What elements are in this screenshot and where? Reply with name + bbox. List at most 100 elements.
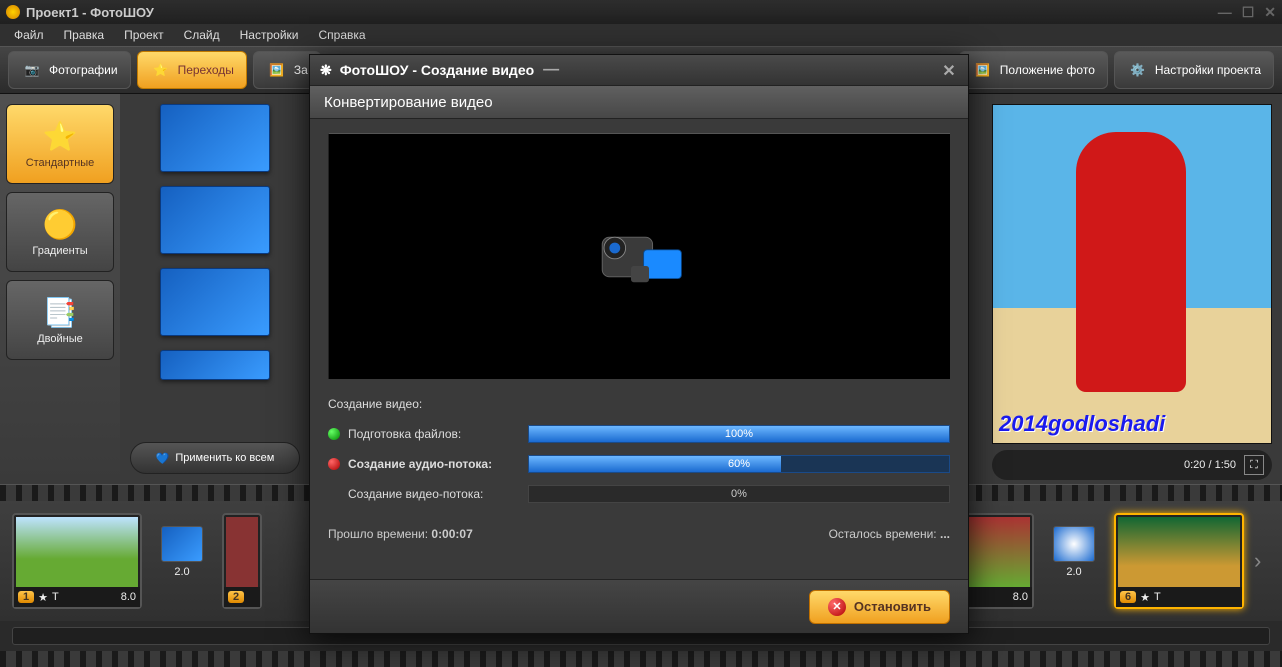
star-small-icon[interactable]: ★ bbox=[38, 591, 48, 604]
minimize-icon[interactable]: — bbox=[1218, 4, 1232, 21]
preview-watermark: 2014godloshadi bbox=[999, 411, 1165, 437]
text-small-icon[interactable]: T bbox=[52, 591, 59, 603]
playback-strip: 0:20 / 1:50 ⛶ bbox=[992, 450, 1272, 480]
transition-thumb-small bbox=[1053, 526, 1095, 562]
progress-area: Создание видео: Подготовка файлов: 100% … bbox=[328, 397, 950, 541]
progress-heading: Создание видео: bbox=[328, 397, 950, 411]
menu-file[interactable]: Файл bbox=[4, 25, 54, 45]
sidebar-doubles-label: Двойные bbox=[37, 333, 83, 345]
menu-edit[interactable]: Правка bbox=[54, 25, 115, 45]
window-title: Проект1 - ФотоШОУ bbox=[26, 5, 154, 20]
dialog-title: ФотоШОУ - Создание видео bbox=[340, 62, 534, 78]
tab-transitions[interactable]: ⭐ Переходы bbox=[137, 51, 247, 89]
tab-photos[interactable]: 📷 Фотографии bbox=[8, 51, 131, 89]
menu-slide[interactable]: Слайд bbox=[174, 25, 230, 45]
slide-info-bar: 1 ★ T 8.0 bbox=[14, 587, 140, 607]
maximize-icon[interactable]: ☐ bbox=[1242, 4, 1255, 21]
step3-pct: 0% bbox=[529, 486, 949, 502]
preview-image: 2014godloshadi bbox=[992, 104, 1272, 444]
active-dot-icon bbox=[328, 458, 340, 470]
dialog-footer: ✕ Остановить bbox=[310, 579, 968, 633]
transition-thumb[interactable] bbox=[160, 268, 270, 336]
stop-label: Остановить bbox=[854, 599, 931, 614]
transitions-sidebar: ⭐ Стандартные 🟡 Градиенты 📑 Двойные bbox=[0, 94, 120, 484]
timeline-slide[interactable]: 6 ★ T bbox=[1114, 513, 1244, 609]
dialog-minimize-icon[interactable]: — bbox=[542, 61, 560, 79]
transition-thumb[interactable] bbox=[160, 350, 270, 380]
dialog-subtitle: Конвертирование видео bbox=[310, 85, 968, 119]
check-icon bbox=[328, 428, 340, 440]
camcorder-icon bbox=[585, 212, 695, 302]
menu-bar: Файл Правка Проект Слайд Настройки Справ… bbox=[0, 24, 1282, 46]
sidebar-standard[interactable]: ⭐ Стандартные bbox=[6, 104, 114, 184]
menu-settings[interactable]: Настройки bbox=[230, 25, 309, 45]
apply-all-label: Применить ко всем bbox=[175, 452, 274, 464]
dialog-close-icon[interactable]: ✕ bbox=[940, 61, 958, 79]
heart-icon: 💙 bbox=[156, 452, 170, 465]
step1-progress: 100% bbox=[528, 425, 950, 443]
photo-position-button[interactable]: 🖼️ Положение фото bbox=[959, 51, 1108, 89]
text-small-icon[interactable]: T bbox=[1154, 591, 1161, 603]
pages-icon: 📑 bbox=[43, 296, 78, 329]
photo-position-label: Положение фото bbox=[1000, 63, 1095, 77]
film-strip-bottom bbox=[0, 651, 1282, 667]
santa-figure bbox=[1076, 132, 1186, 392]
transition-duration: 2.0 bbox=[1066, 566, 1081, 578]
timeline-next-icon[interactable]: › bbox=[1254, 548, 1270, 574]
remaining-time: Осталось времени: ... bbox=[829, 527, 950, 541]
slide-info-bar: 6 ★ T bbox=[1116, 587, 1242, 607]
step3-progress: 0% bbox=[528, 485, 950, 503]
elapsed-time: Прошло времени: 0:00:07 bbox=[328, 527, 473, 541]
stop-icon: ✕ bbox=[828, 598, 846, 616]
project-settings-label: Настройки проекта bbox=[1155, 63, 1261, 77]
timeline-slide[interactable]: 1 ★ T 8.0 bbox=[12, 513, 142, 609]
step2-pct: 60% bbox=[529, 456, 949, 472]
transition-duration: 2.0 bbox=[174, 566, 189, 578]
dialog-titlebar[interactable]: ❋ ФотоШОУ - Создание видео — ✕ bbox=[310, 55, 968, 85]
transition-thumb-small bbox=[161, 526, 203, 562]
slide-info-bar: 2 bbox=[224, 587, 260, 607]
sidebar-gradients[interactable]: 🟡 Градиенты bbox=[6, 192, 114, 272]
star-small-icon[interactable]: ★ bbox=[1140, 591, 1150, 604]
export-dialog: ❋ ФотоШОУ - Создание видео — ✕ Конвертир… bbox=[309, 54, 969, 634]
slide-number: 2 bbox=[228, 591, 244, 603]
fullscreen-icon[interactable]: ⛶ bbox=[1244, 455, 1264, 475]
transition-thumb[interactable] bbox=[160, 104, 270, 172]
project-settings-button[interactable]: ⚙️ Настройки проекта bbox=[1114, 51, 1274, 89]
close-icon[interactable]: ✕ bbox=[1264, 4, 1276, 21]
slide-duration: 8.0 bbox=[1013, 591, 1028, 603]
step3-label: Создание видео-потока: bbox=[348, 487, 483, 501]
spinner-icon: ❋ bbox=[320, 62, 332, 79]
timeline-slide[interactable]: 2 bbox=[222, 513, 262, 609]
slide-thumb bbox=[16, 517, 138, 587]
gear-icon: ⚙️ bbox=[1127, 59, 1149, 81]
slide-duration: 8.0 bbox=[121, 591, 136, 603]
step2-progress: 60% bbox=[528, 455, 950, 473]
star-icon: ⭐ bbox=[150, 59, 172, 81]
slide-thumb bbox=[226, 517, 258, 587]
playback-time: 0:20 / 1:50 bbox=[1184, 459, 1236, 471]
transition-slot[interactable]: 2.0 bbox=[152, 526, 212, 596]
apply-all-button[interactable]: 💙 Применить ко всем bbox=[130, 442, 300, 474]
star-icon: ⭐ bbox=[43, 120, 78, 153]
sidebar-doubles[interactable]: 📑 Двойные bbox=[6, 280, 114, 360]
slide-number: 1 bbox=[18, 591, 34, 603]
window-titlebar: Проект1 - ФотоШОУ — ☐ ✕ bbox=[0, 0, 1282, 24]
sidebar-standard-label: Стандартные bbox=[26, 157, 95, 169]
app-logo-icon bbox=[6, 5, 20, 19]
transitions-list: 💙 Применить ко всем bbox=[120, 94, 310, 484]
step1-label: Подготовка файлов: bbox=[348, 427, 461, 441]
menu-project[interactable]: Проект bbox=[114, 25, 174, 45]
transition-thumb[interactable] bbox=[160, 186, 270, 254]
tab-titles-label: За bbox=[294, 63, 308, 77]
transition-slot[interactable]: 2.0 bbox=[1044, 526, 1104, 596]
camera-icon: 📷 bbox=[21, 59, 43, 81]
image-icon: 🖼️ bbox=[266, 59, 288, 81]
dialog-body: Создание видео: Подготовка файлов: 100% … bbox=[310, 119, 968, 579]
sphere-icon: 🟡 bbox=[43, 208, 78, 241]
step1-pct: 100% bbox=[529, 426, 949, 442]
stop-button[interactable]: ✕ Остановить bbox=[809, 590, 950, 624]
position-icon: 🖼️ bbox=[972, 59, 994, 81]
menu-help[interactable]: Справка bbox=[308, 25, 375, 45]
tab-transitions-label: Переходы bbox=[178, 63, 234, 77]
